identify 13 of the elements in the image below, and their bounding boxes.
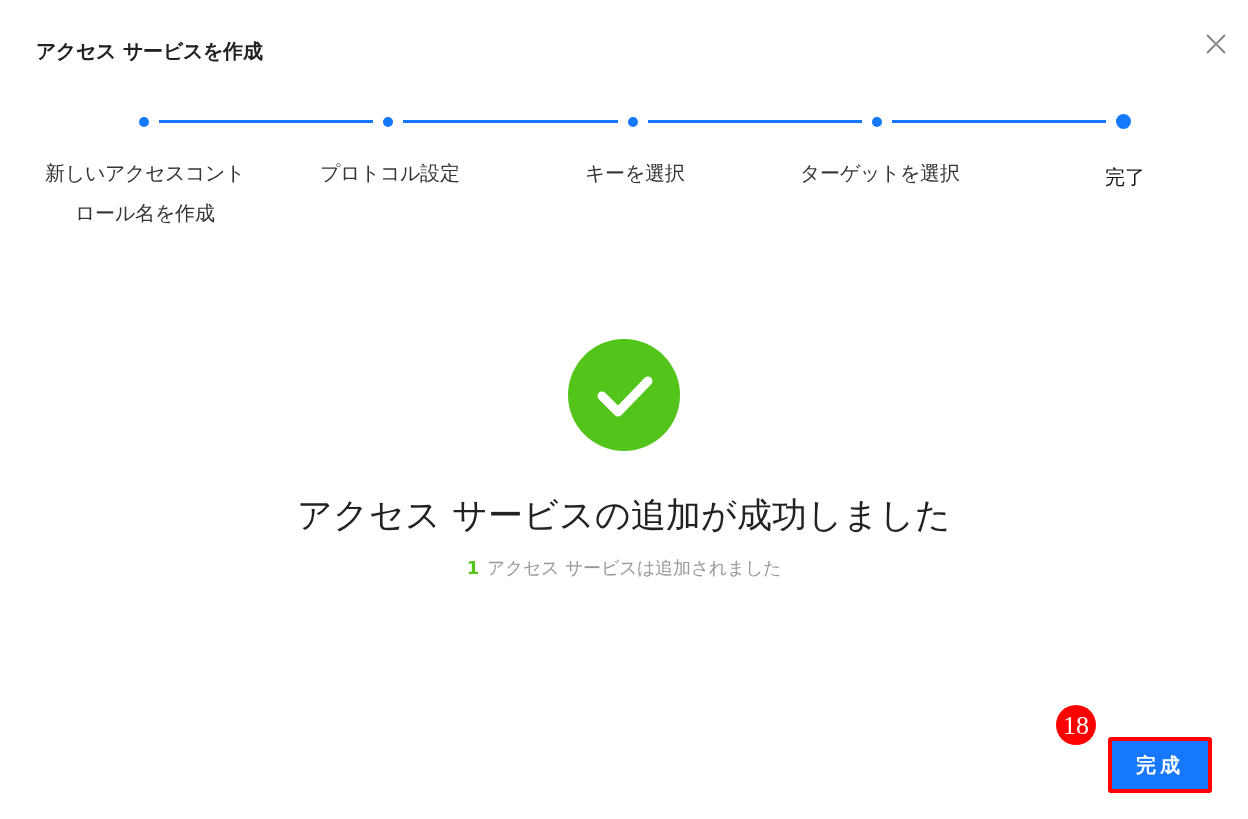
- step-number-badge: 18: [1056, 705, 1096, 745]
- added-count: 1: [466, 555, 480, 580]
- close-icon[interactable]: [1204, 32, 1228, 56]
- step-label: 完了: [1104, 164, 1145, 191]
- finish-button[interactable]: 完成: [1108, 737, 1212, 793]
- step-label: キーを選択: [584, 160, 685, 187]
- dialog-title: アクセス サービスを作成: [36, 38, 263, 65]
- success-message: アクセス サービスは追加されました: [487, 555, 782, 580]
- success-check-icon: [568, 339, 680, 451]
- step-label: ターゲットを選択: [799, 160, 960, 187]
- success-heading: アクセス サービスの追加が成功しました: [296, 494, 952, 537]
- step-label: プロトコル設定: [319, 160, 460, 187]
- step-label: 新しいアクセスコントロール名を作成: [43, 160, 246, 227]
